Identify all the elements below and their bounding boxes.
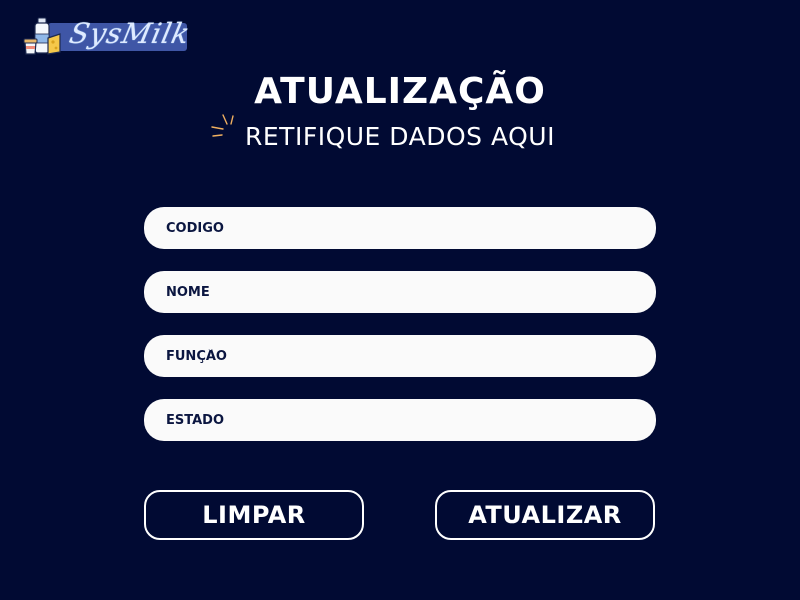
estado-field[interactable] [144,399,656,441]
nome-field[interactable] [144,271,656,313]
dairy-products-icon [23,17,61,55]
funcao-field[interactable] [144,335,656,377]
codigo-field[interactable] [144,207,656,249]
update-button[interactable]: ATUALIZAR [435,490,655,540]
logo-text: SysMilk [66,17,194,50]
page-subtitle: RETIFIQUE DADOS AQUI [245,122,555,151]
page-title: ATUALIZAÇÃO [254,71,546,112]
clear-button[interactable]: LIMPAR [144,490,364,540]
brand-logo: SysMilk [22,16,194,72]
